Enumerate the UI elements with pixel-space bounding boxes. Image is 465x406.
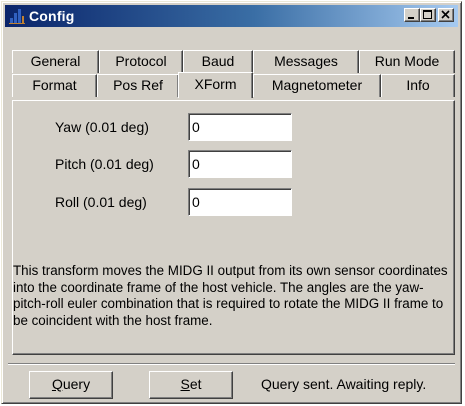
maximize-icon [423, 10, 432, 19]
roll-label: Roll (0.01 deg) [55, 194, 147, 210]
tab-run-mode[interactable]: Run Mode [359, 50, 455, 73]
set-label: et [189, 376, 202, 392]
tab-protocol[interactable]: Protocol [99, 50, 183, 73]
pitch-label: Pitch (0.01 deg) [55, 156, 154, 172]
tab-general[interactable]: General [12, 50, 99, 73]
set-button[interactable]: Set [149, 371, 233, 399]
query-accel: Q [51, 376, 63, 392]
set-accel: S [180, 376, 190, 392]
minimize-button[interactable] [404, 8, 420, 22]
window-title: Config [29, 8, 75, 24]
tab-format[interactable]: Format [12, 74, 97, 97]
tab-magnetometer[interactable]: Magnetometer [253, 74, 381, 97]
transform-description: This transform moves the MIDG II output … [13, 263, 448, 328]
close-button[interactable] [438, 8, 454, 22]
tab-messages[interactable]: Messages [253, 50, 359, 73]
yaw-field[interactable] [188, 113, 292, 141]
maximize-button[interactable] [420, 8, 436, 22]
query-button[interactable]: Query [29, 371, 113, 399]
tab-baud[interactable]: Baud [183, 50, 253, 73]
config-window: Config General Protocol Baud Messages Ru… [1, 1, 462, 404]
pitch-field[interactable] [188, 150, 292, 178]
title-bar[interactable]: Config [5, 5, 458, 27]
yaw-label: Yaw (0.01 deg) [55, 119, 149, 135]
tab-xform[interactable]: XForm [178, 72, 253, 98]
status-text: Query sent. Awaiting reply. [261, 376, 427, 392]
close-icon [441, 10, 450, 19]
query-label: uery [62, 376, 91, 392]
xform-panel: Yaw (0.01 deg) Pitch (0.01 deg) Roll (0.… [12, 100, 455, 355]
divider [8, 363, 455, 365]
app-icon [9, 8, 25, 24]
tab-info[interactable]: Info [381, 74, 455, 97]
roll-field[interactable] [188, 188, 292, 216]
minimize-icon [408, 17, 414, 19]
tab-pos-ref[interactable]: Pos Ref [97, 74, 179, 97]
